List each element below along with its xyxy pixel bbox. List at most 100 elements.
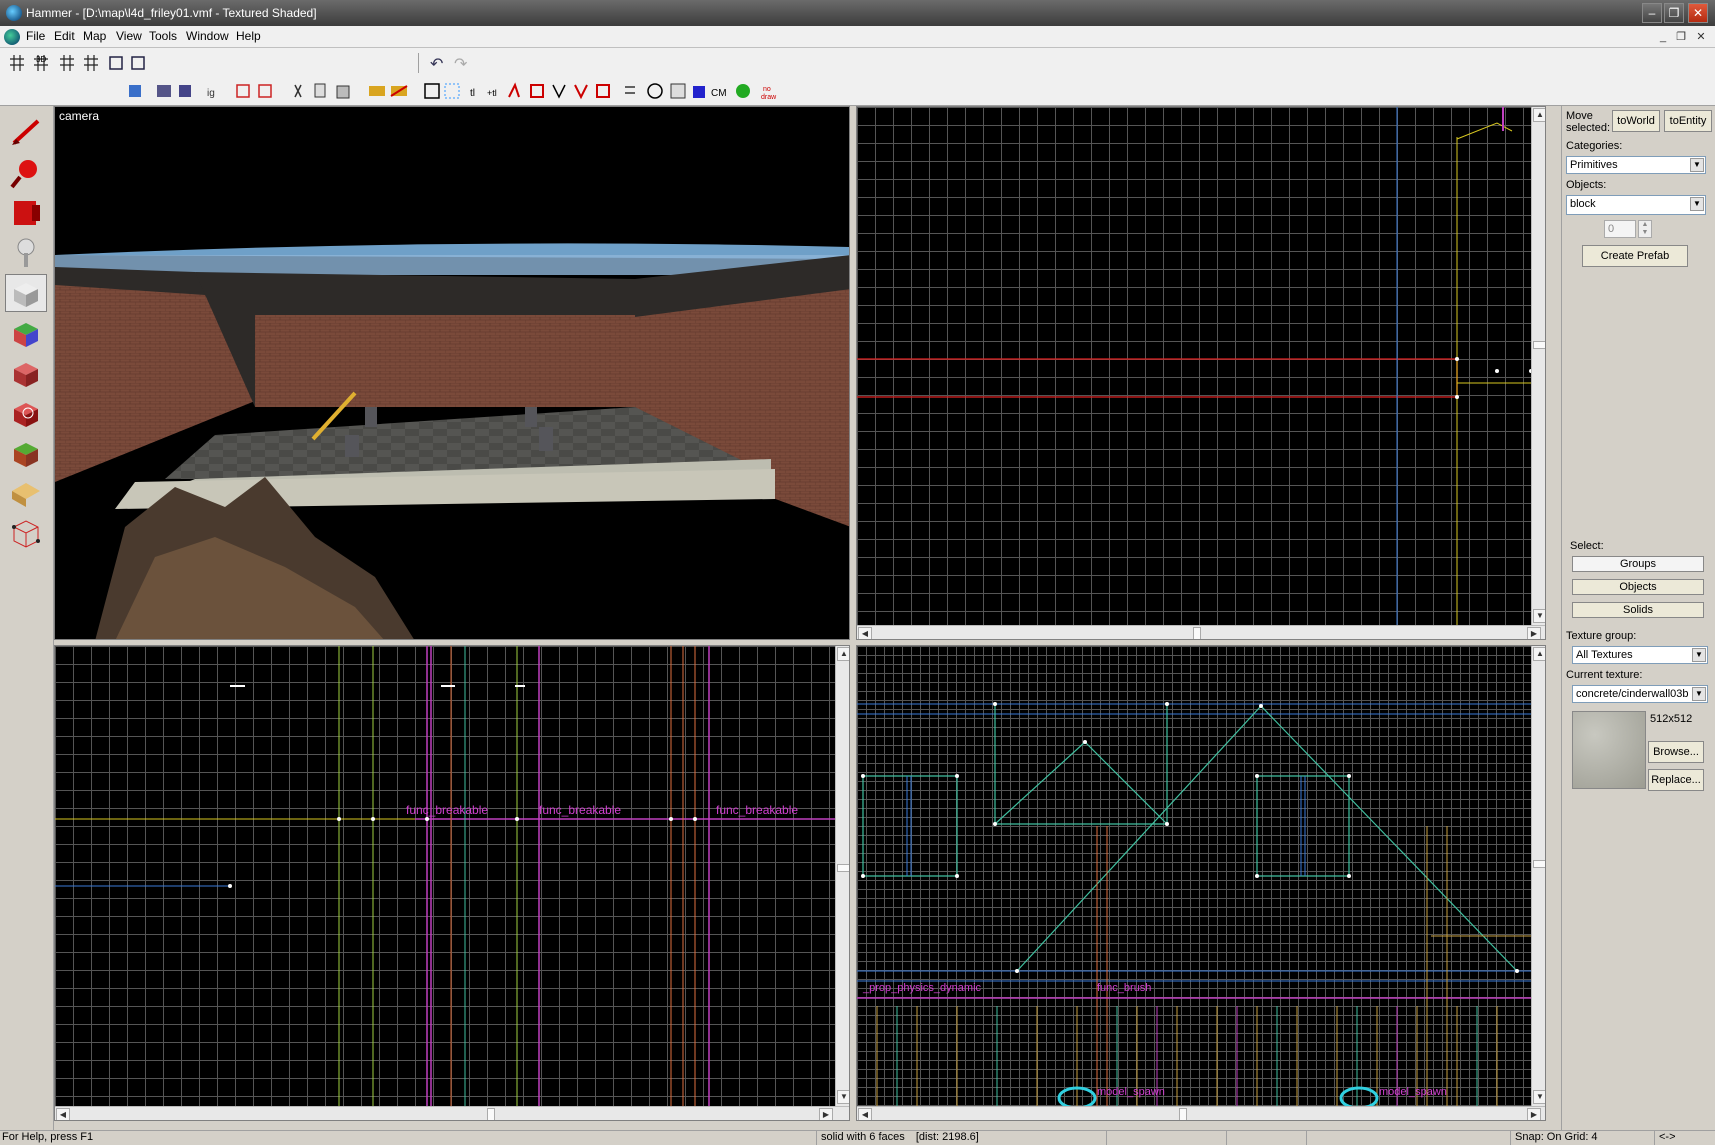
replace-button[interactable]: Replace... (1648, 769, 1704, 791)
hammer-app-icon[interactable] (6, 5, 22, 21)
overlay-tool-icon[interactable] (5, 434, 47, 472)
menu-window[interactable]: Window (186, 29, 229, 43)
select-groups-button[interactable]: Groups (1572, 556, 1704, 572)
entity-label: model_spawn (1379, 1086, 1447, 1098)
svg-text:tl: tl (470, 88, 475, 99)
texture-size: 512x512 (1650, 713, 1693, 725)
categories-select[interactable]: Primitives ▼ (1566, 156, 1706, 174)
entity-label: model_spawn (1097, 1086, 1165, 1098)
menu-bar: File Edit Map View Tools Window Help _ ❐… (0, 26, 1715, 48)
to-entity-button[interactable]: toEntity (1664, 110, 1712, 132)
select-objects-button[interactable]: Objects (1572, 579, 1704, 595)
mdi-minimize-icon[interactable]: _ (1656, 30, 1670, 44)
tool-column (0, 106, 54, 1130)
document-icon[interactable] (4, 29, 20, 45)
create-prefab-button[interactable]: Create Prefab (1582, 245, 1688, 267)
status-pane-empty-1 (1106, 1131, 1226, 1145)
top-viewport-hscroll[interactable]: ◀ ▶ (857, 625, 1545, 639)
menu-file[interactable]: File (26, 29, 45, 43)
objects-select[interactable]: block ▼ (1566, 195, 1706, 215)
top-view-geometry (857, 107, 1538, 627)
browse-button[interactable]: Browse... (1648, 741, 1704, 763)
scroll-down-icon[interactable]: ▼ (1533, 1090, 1545, 1104)
entity-label: func_breakable (716, 803, 799, 817)
chevron-down-icon: ▼ (1692, 687, 1706, 701)
restore-button[interactable]: ❐ (1664, 3, 1684, 23)
camera-tool-icon[interactable] (5, 194, 47, 232)
scroll-thumb[interactable] (1533, 341, 1545, 349)
carve-icons[interactable] (108, 53, 148, 75)
scroll-down-icon[interactable]: ▼ (837, 1090, 849, 1104)
side-viewport[interactable]: func_breakable func_breakable func_break… (54, 645, 850, 1121)
chevron-down-icon: ▼ (1690, 158, 1704, 172)
scroll-right-icon[interactable]: ▶ (819, 1108, 833, 1120)
status-pane-empty-2 (1226, 1131, 1306, 1145)
scroll-thumb[interactable] (1193, 627, 1201, 639)
current-texture-label: Current texture: (1566, 669, 1643, 681)
minimize-button[interactable]: – (1642, 3, 1662, 23)
entity-tool-icon[interactable] (5, 234, 47, 272)
vertex-tool-icon[interactable] (5, 514, 47, 552)
scroll-right-icon[interactable]: ▶ (1527, 1108, 1541, 1120)
status-pane-empty-3 (1306, 1131, 1386, 1145)
camera-viewport[interactable]: camera (54, 106, 850, 640)
move-selected-label: Move selected: (1566, 110, 1611, 134)
front-viewport-hscroll[interactable]: ◀ ▶ (857, 1106, 1545, 1120)
top-viewport-vscroll[interactable]: ▲ ▼ (1531, 107, 1545, 625)
side-viewport-hscroll[interactable]: ◀ ▶ (55, 1106, 849, 1120)
current-texture-select[interactable]: concrete/cinderwall03b ▼ (1572, 685, 1708, 703)
close-button[interactable]: ✕ (1688, 3, 1708, 23)
scroll-thumb[interactable] (1179, 1108, 1187, 1120)
objects-label: Objects: (1566, 179, 1607, 191)
svg-text:3D: 3D (36, 55, 46, 64)
scroll-thumb[interactable] (837, 864, 849, 872)
entity-label: _prop_physics_dynamic (863, 982, 982, 994)
select-label: Select: (1570, 540, 1604, 552)
scroll-up-icon[interactable]: ▲ (837, 647, 849, 661)
toolbar-icon-strip[interactable]: ig tl +tl CM no draw (125, 81, 815, 103)
front-viewport-vscroll[interactable]: ▲ ▼ (1531, 646, 1545, 1106)
mdi-restore-icon[interactable]: ❐ (1674, 30, 1688, 44)
scroll-down-icon[interactable]: ▼ (1533, 609, 1545, 623)
menu-help[interactable]: Help (236, 29, 261, 43)
block-tool-icon[interactable] (5, 274, 47, 312)
magnify-tool-icon[interactable] (5, 154, 47, 192)
texture-tool-icon[interactable] (5, 314, 47, 352)
scroll-up-icon[interactable]: ▲ (1533, 108, 1545, 122)
status-arrows: <-> (1654, 1131, 1715, 1145)
scroll-thumb[interactable] (1533, 860, 1545, 868)
scroll-up-icon[interactable]: ▲ (1533, 647, 1545, 661)
side-viewport-vscroll[interactable]: ▲ ▼ (835, 646, 849, 1106)
select-solids-button[interactable]: Solids (1572, 602, 1704, 618)
texture-preview[interactable] (1572, 711, 1646, 789)
spinner-arrows-icon[interactable]: ▲ ▼ (1638, 220, 1652, 238)
scroll-left-icon[interactable]: ◀ (858, 627, 872, 639)
title-bar: Hammer - [D:\map\l4d_friley01.vmf - Text… (0, 0, 1715, 26)
to-world-button[interactable]: toWorld (1612, 110, 1660, 132)
scroll-right-icon[interactable]: ▶ (1527, 627, 1541, 639)
scroll-left-icon[interactable]: ◀ (56, 1108, 70, 1120)
scroll-thumb[interactable] (487, 1108, 495, 1120)
menu-view[interactable]: View (116, 29, 142, 43)
apply-texture-icon[interactable] (5, 354, 47, 392)
camera-viewport-label: camera (59, 109, 100, 123)
face-count-input[interactable]: 0 (1604, 220, 1636, 238)
svg-text:CM: CM (711, 88, 727, 99)
menu-edit[interactable]: Edit (54, 29, 75, 43)
texture-group-select[interactable]: All Textures ▼ (1572, 646, 1708, 664)
front-viewport[interactable]: _prop_physics_dynamic func_brush model_s… (856, 645, 1546, 1121)
undo-icon[interactable]: ↶ (430, 54, 443, 74)
entity-label: func_breakable (539, 803, 622, 817)
categories-label: Categories: (1566, 140, 1623, 152)
top-viewport[interactable]: ▲ ▼ ◀ ▶ (856, 106, 1546, 640)
menu-tools[interactable]: Tools (149, 29, 177, 43)
clipping-tool-icon[interactable] (5, 474, 47, 512)
decal-tool-icon[interactable] (5, 394, 47, 432)
grid-toggle-icons[interactable]: 3D (8, 53, 108, 75)
side-view-geometry (55, 646, 835, 1106)
selection-tool-icon[interactable] (5, 114, 47, 152)
scroll-left-icon[interactable]: ◀ (858, 1108, 872, 1120)
menu-map[interactable]: Map (83, 29, 106, 43)
redo-icon[interactable]: ↷ (454, 54, 467, 74)
mdi-close-icon[interactable]: ✕ (1694, 30, 1708, 44)
